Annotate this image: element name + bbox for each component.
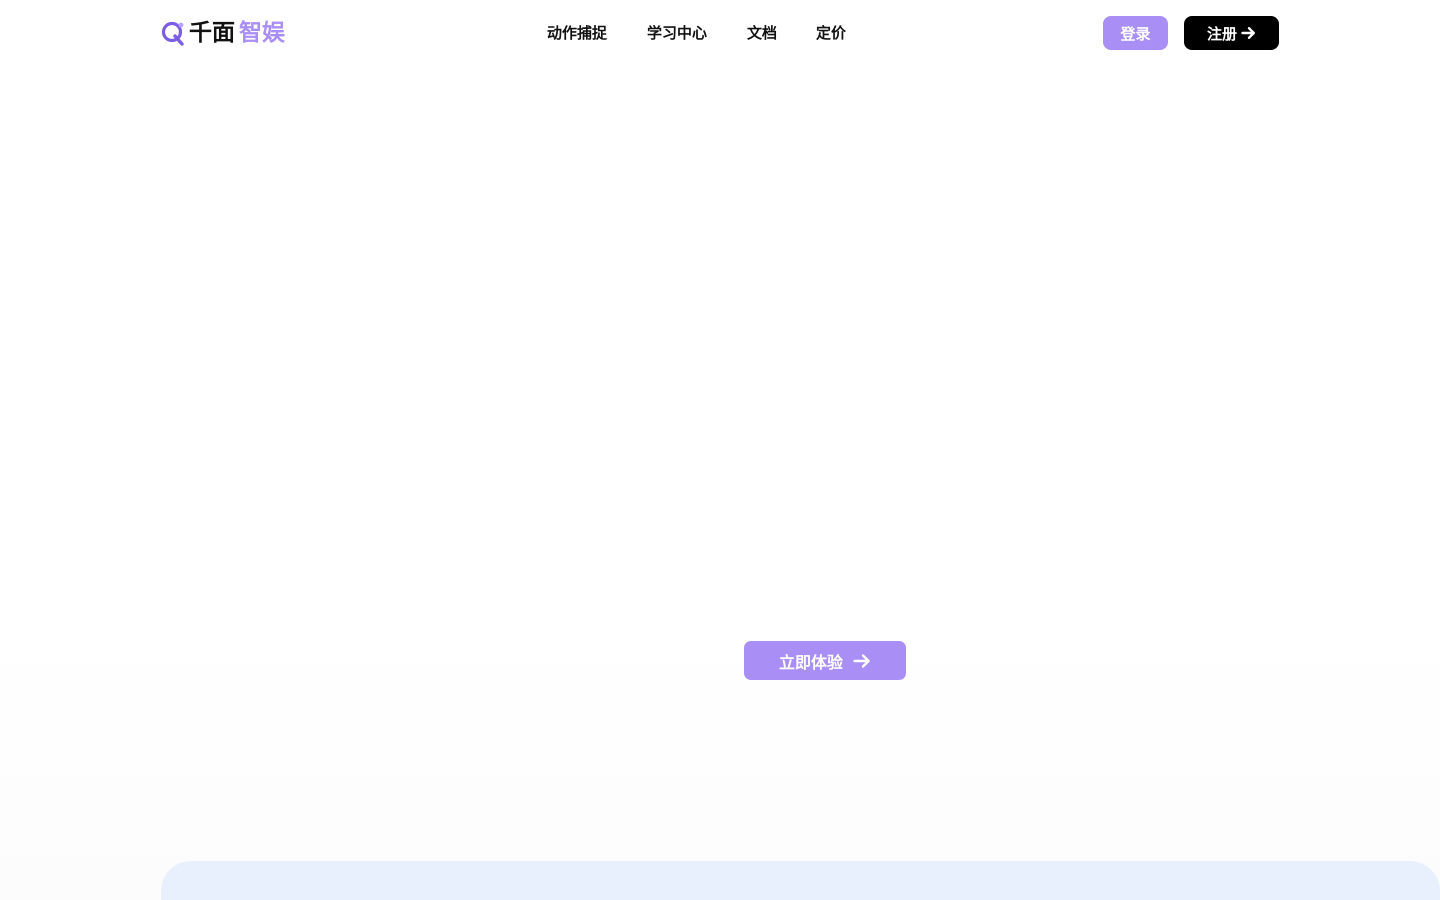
nav-item-pricing[interactable]: 定价 [816,22,846,44]
arrow-right-icon [1241,26,1256,40]
brand-name-part1: 千面 [189,20,235,46]
q-logo-icon [161,21,184,46]
arrow-right-icon [853,653,871,669]
try-now-button[interactable]: 立即体验 [744,641,906,680]
top-navbar: 千面 智娱 动作捕捉 学习中心 文档 定价 登录 注册 [0,0,1440,66]
login-button-label: 登录 [1120,24,1151,43]
nav-item-learning-center[interactable]: 学习中心 [647,22,707,44]
try-now-label: 立即体验 [778,652,843,672]
nav-item-docs[interactable]: 文档 [747,22,777,44]
landing-page: 千面 智娱 动作捕捉 学习中心 文档 定价 登录 注册 立即体验 [0,0,1440,900]
brand-name-part2: 智娱 [239,20,285,46]
content-panel [161,861,1440,900]
login-button[interactable]: 登录 [1103,16,1168,50]
nav-item-motion-capture[interactable]: 动作捕捉 [547,22,607,44]
brand-logo[interactable]: 千面 智娱 [161,18,285,48]
main-nav: 动作捕捉 学习中心 文档 定价 [547,22,846,44]
register-button-label: 注册 [1206,24,1237,43]
register-button[interactable]: 注册 [1184,16,1279,50]
